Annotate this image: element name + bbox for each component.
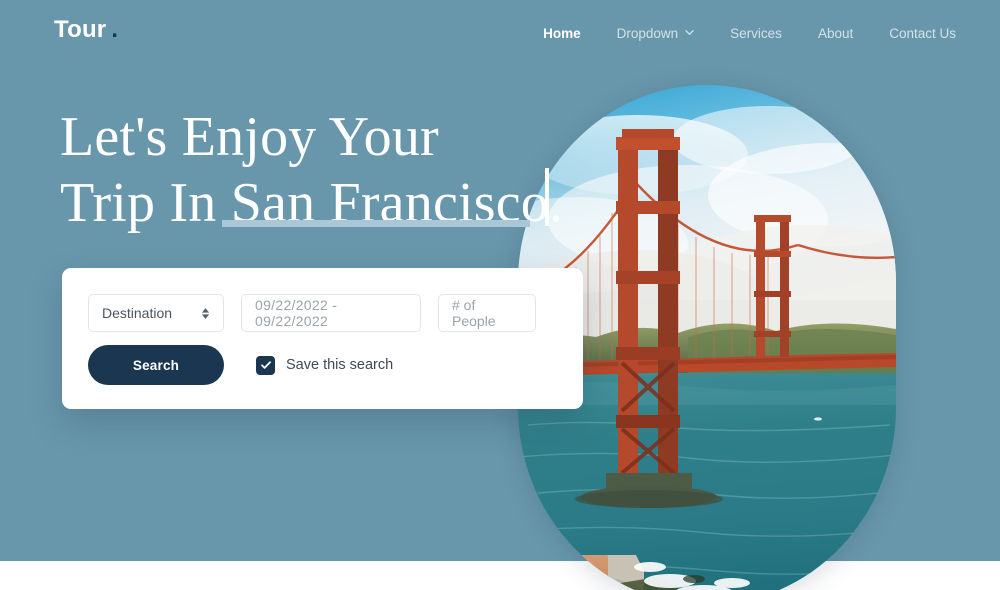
destination-select[interactable]: Destination xyxy=(88,294,224,332)
save-search-toggle[interactable]: Save this search xyxy=(256,355,394,375)
check-icon xyxy=(260,361,271,369)
date-range-input[interactable]: 09/22/2022 - 09/22/2022 xyxy=(241,294,421,332)
nav-item-label: Contact Us xyxy=(889,26,956,41)
site-header: Tour. Home Dropdown Services About Conta… xyxy=(0,0,1000,66)
nav-item-about[interactable]: About xyxy=(800,24,871,43)
search-button[interactable]: Search xyxy=(88,345,224,385)
destination-select-value: Destination xyxy=(102,305,173,321)
save-search-label: Save this search xyxy=(286,357,394,373)
brand-logo[interactable]: Tour. xyxy=(54,18,118,42)
save-search-checkbox[interactable] xyxy=(256,355,275,375)
nav-item-label: Dropdown xyxy=(616,26,679,41)
brand-dot: . xyxy=(111,16,119,43)
headline-underline xyxy=(222,220,530,227)
hero-headline: Let's Enjoy Your Trip In San Francisco. xyxy=(60,104,563,236)
main-navigation: Home Dropdown Services About Contact Us xyxy=(525,24,974,43)
nav-item-label: Services xyxy=(730,26,782,41)
people-count-placeholder: # of People xyxy=(452,297,496,329)
nav-item-home[interactable]: Home xyxy=(525,24,599,43)
nav-item-label: About xyxy=(817,26,854,41)
landing-page: Let's Enjoy Your Trip In San Francisco. … xyxy=(0,0,1000,590)
search-actions-row: Search Save this search xyxy=(88,345,557,385)
chevron-down-icon xyxy=(685,28,694,37)
brand-name: Tour xyxy=(54,16,107,43)
search-card: Destination 09/22/2022 - 09/22/2022 # of… xyxy=(62,268,583,409)
nav-item-label: Home xyxy=(543,26,581,41)
nav-item-services[interactable]: Services xyxy=(712,24,800,43)
search-fields-row: Destination 09/22/2022 - 09/22/2022 # of… xyxy=(88,294,557,332)
people-count-input[interactable]: # of People xyxy=(438,294,536,332)
headline-line-1: Let's Enjoy Your xyxy=(60,106,439,168)
date-range-value: 09/22/2022 - 09/22/2022 xyxy=(255,297,338,329)
nav-item-dropdown[interactable]: Dropdown xyxy=(599,24,713,43)
select-arrows-icon xyxy=(201,307,210,320)
nav-item-contact-us[interactable]: Contact Us xyxy=(871,24,974,43)
text-cursor-icon xyxy=(545,168,549,226)
